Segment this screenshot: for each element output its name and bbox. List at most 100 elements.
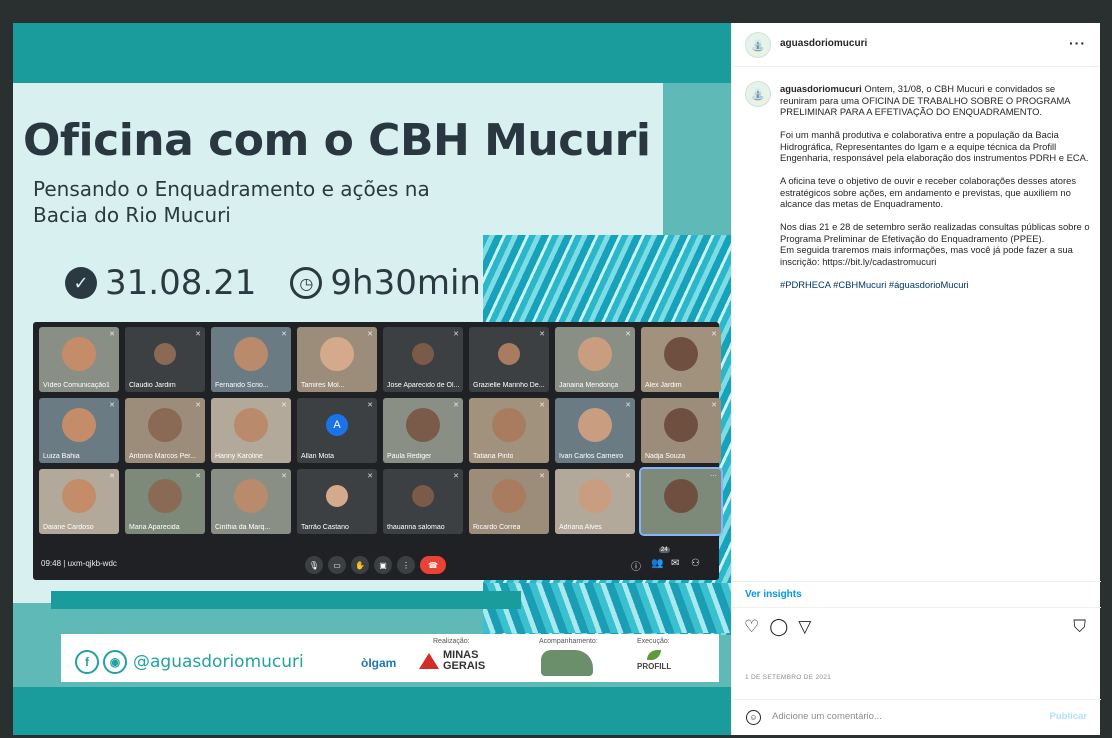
realizacao-label: Realização: bbox=[433, 638, 470, 645]
post-headline: Oficina com o CBH Mucuri bbox=[23, 115, 651, 166]
participant-tile: Janaina Mendonça ✕ bbox=[555, 327, 635, 392]
profile-avatar[interactable]: ⛲ bbox=[745, 32, 771, 58]
muted-mic-icon: ✕ bbox=[539, 473, 545, 480]
post-image[interactable]: Oficina com o CBH Mucuri Pensando o Enqu… bbox=[13, 23, 731, 735]
call-info: 09:48 | uxm-qjkb-wdc bbox=[41, 559, 117, 568]
acompanhamento-label: Acompanhamento: bbox=[539, 638, 598, 645]
present-icon: ▣ bbox=[374, 556, 392, 574]
post-subtitle: Pensando o Enquadramento e ações na Baci… bbox=[33, 177, 430, 227]
comment-icon[interactable]: ◯ bbox=[769, 617, 788, 637]
participant-tile: thauanna salomao ✕ bbox=[383, 469, 463, 534]
people-icon: 👥 bbox=[651, 558, 664, 569]
partners-footer: f ◉ @aguasdoriomucuri Realização: Acompa… bbox=[61, 634, 719, 682]
facebook-icon: f bbox=[75, 650, 99, 674]
participant-face bbox=[492, 408, 526, 443]
participant-tile: Vídeo Comunicação1 ✕ bbox=[39, 327, 119, 392]
muted-mic-icon: ✕ bbox=[453, 473, 459, 480]
participant-name: Cinthia da Marq... bbox=[215, 524, 271, 531]
participant-face bbox=[148, 408, 182, 443]
participant-tile: Nadja Souza ✕ bbox=[641, 398, 721, 463]
post-header: ⛲ aguasdoriomucuri ··· bbox=[732, 23, 1100, 67]
caption-hashtags[interactable]: #PDRHECA #CBHMucuri #águasdorioMucuri bbox=[780, 279, 1092, 291]
muted-mic-icon: ✕ bbox=[367, 473, 373, 480]
emoji-icon[interactable]: ☺ bbox=[746, 710, 761, 725]
post-sidebar: ⛲ aguasdoriomucuri ··· ⛲ aguasdoriomucur… bbox=[731, 23, 1101, 735]
participant-face bbox=[664, 408, 698, 443]
participant-name: Janaina Mendonça bbox=[559, 382, 619, 389]
participant-name: thauanna salomao bbox=[387, 524, 445, 531]
participant-tile: Tamires Mol... ✕ bbox=[297, 327, 377, 392]
share-icon[interactable]: ▽ bbox=[798, 617, 811, 637]
divider bbox=[732, 581, 1101, 582]
caption-paragraph-2: Foi um manhã produtiva e colaborativa en… bbox=[780, 129, 1089, 163]
video-call-window: Vídeo Comunicação1 ✕ Claudio Jardim ✕ Fernan… bbox=[33, 322, 723, 580]
more-options-button[interactable]: ··· bbox=[1069, 35, 1086, 51]
post-date: 1 DE SETEMBRO DE 2021 bbox=[745, 674, 832, 681]
participant-name: Vídeo Comunicação1 bbox=[43, 382, 110, 389]
profill-text: PROFILL bbox=[637, 662, 672, 671]
muted-mic-icon: ✕ bbox=[453, 331, 459, 338]
social-handle: f ◉ @aguasdoriomucuri bbox=[75, 650, 304, 674]
muted-mic-icon: ✕ bbox=[539, 402, 545, 409]
caption-paragraph-4b: Em seguida traremos mais informações, ma… bbox=[780, 244, 1073, 267]
muted-mic-icon: ✕ bbox=[367, 331, 373, 338]
teal-top-band bbox=[13, 23, 731, 83]
gerais-text: GERAIS bbox=[443, 660, 486, 672]
muted-mic-icon: ✕ bbox=[711, 331, 717, 338]
participant-face bbox=[62, 408, 96, 443]
comite-logo bbox=[541, 650, 593, 676]
caption-avatar[interactable]: ⛲ bbox=[745, 81, 771, 107]
participant-face bbox=[406, 408, 440, 443]
mic-icon: 🎙 bbox=[305, 556, 323, 574]
caption-username[interactable]: aguasdoriomucuri bbox=[780, 83, 862, 94]
comment-input[interactable]: Adicione um comentário... bbox=[772, 711, 882, 722]
muted-mic-icon: ✕ bbox=[625, 331, 631, 338]
participant-name: Luiza Bahia bbox=[43, 453, 80, 460]
event-datetime: ✓ 31.08.21 ◷ 9h30min bbox=[65, 263, 481, 303]
muted-mic-icon: ⋯ bbox=[710, 473, 717, 480]
participant-tile: Claudio Jardim ✕ bbox=[125, 327, 205, 392]
participant-face bbox=[578, 479, 612, 514]
muted-mic-icon: ✕ bbox=[281, 402, 287, 409]
participant-name: Claudio Jardim bbox=[129, 382, 176, 389]
participant-name: Tamires Mol... bbox=[301, 382, 345, 389]
participant-face bbox=[664, 479, 698, 514]
people-count-badge: 24 bbox=[659, 547, 670, 553]
participant-tile: Ricardo Correa ✕ bbox=[469, 469, 549, 534]
participant-tile: Tatiana Pinto ✕ bbox=[469, 398, 549, 463]
participant-face bbox=[326, 485, 348, 508]
teal-mid-band bbox=[51, 591, 521, 609]
participant-name: Alex Jardim bbox=[645, 382, 682, 389]
participant-tile: Cinthia da Marq... ✕ bbox=[211, 469, 291, 534]
profill-logo: PROFILL bbox=[637, 650, 671, 671]
muted-mic-icon: ✕ bbox=[195, 331, 201, 338]
participant-tile: Hanny Karoline ✕ bbox=[211, 398, 291, 463]
caption-paragraph-3: A oficina teve o objetivo de ouvir e rec… bbox=[780, 175, 1077, 209]
muted-mic-icon: ✕ bbox=[367, 402, 373, 409]
participant-face bbox=[234, 408, 268, 443]
participant-name: Adriana Alves bbox=[559, 524, 602, 531]
call-toolbar: 09:48 | uxm-qjkb-wdc 🎙 ▭ ✋ ▣ ⋮ ☎ ⓘ 👥 ✉ ⚇ bbox=[33, 550, 719, 580]
participant-face bbox=[62, 337, 96, 372]
header-username[interactable]: aguasdoriomucuri bbox=[780, 38, 867, 49]
participant-face bbox=[412, 343, 434, 366]
muted-mic-icon: ✕ bbox=[453, 402, 459, 409]
more-options-icon: ⋮ bbox=[397, 556, 415, 574]
participant-tile: Daiane Cardoso ✕ bbox=[39, 469, 119, 534]
call-clock: 09:48 bbox=[41, 559, 62, 568]
participant-face bbox=[492, 479, 526, 514]
post-caption: aguasdoriomucuri Ontem, 31/08, o CBH Muc… bbox=[780, 83, 1092, 302]
caption-paragraph-4a: Nos dias 21 e 28 de setembro serão reali… bbox=[780, 221, 1090, 244]
heart-icon[interactable]: ♡ bbox=[744, 617, 759, 637]
view-insights-link[interactable]: Ver insights bbox=[745, 589, 802, 600]
participant-tile: A Allan Mota ✕ bbox=[297, 398, 377, 463]
participant-name: Jose Aparecido de Ol... bbox=[387, 382, 459, 389]
participant-tile: Luiza Bahia ✕ bbox=[39, 398, 119, 463]
muted-mic-icon: ✕ bbox=[539, 331, 545, 338]
bookmark-icon[interactable]: ⛉ bbox=[1073, 617, 1086, 637]
event-date: 31.08.21 bbox=[105, 263, 257, 303]
muted-mic-icon: ✕ bbox=[109, 331, 115, 338]
publish-button[interactable]: Publicar bbox=[1050, 711, 1088, 722]
participant-tile: ⋯ bbox=[639, 467, 723, 536]
participant-face bbox=[664, 337, 698, 372]
